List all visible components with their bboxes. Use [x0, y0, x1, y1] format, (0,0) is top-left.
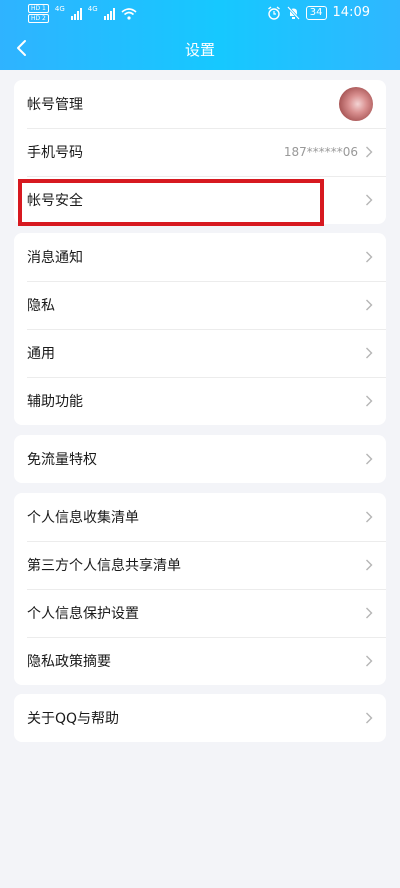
chevron-right-icon — [366, 559, 373, 571]
header: HD 1 HD 2 4G 4G 34 14:09 设置 — [0, 0, 400, 70]
row-label: 第三方个人信息共享清单 — [27, 558, 181, 574]
row-label: 个人信息保护设置 — [27, 606, 139, 622]
status-time: 14:09 — [332, 5, 370, 20]
message-notification-row[interactable]: 消息通知 — [14, 233, 386, 281]
chevron-right-icon — [366, 251, 373, 263]
row-label: 关于QQ与帮助 — [27, 711, 120, 727]
row-label: 辅助功能 — [27, 394, 83, 410]
chevron-right-icon — [366, 347, 373, 359]
chevron-right-icon — [366, 655, 373, 667]
account-security-row[interactable]: 帐号安全 — [14, 176, 386, 224]
page-title: 设置 — [184, 41, 215, 59]
chevron-right-icon — [366, 712, 373, 724]
account-group: 帐号管理 手机号码 187******06 帐号安全 — [14, 80, 386, 224]
alarm-icon — [267, 5, 280, 20]
privacy-row[interactable]: 隐私 — [14, 281, 386, 329]
privacy-policy-summary-row[interactable]: 隐私政策摘要 — [14, 637, 386, 685]
general-group: 消息通知 隐私 通用 辅助功能 — [14, 233, 386, 425]
about-qq-help-row[interactable]: 关于QQ与帮助 — [14, 694, 386, 742]
chevron-right-icon — [366, 453, 373, 465]
row-label: 个人信息收集清单 — [27, 510, 139, 526]
network-type-1: 4G — [54, 4, 65, 13]
row-label: 通用 — [27, 346, 55, 362]
about-group: 关于QQ与帮助 — [14, 694, 386, 742]
mute-icon — [286, 5, 300, 20]
personal-info-collection-row[interactable]: 个人信息收集清单 — [14, 493, 386, 541]
general-row[interactable]: 通用 — [14, 329, 386, 377]
phone-number-value: 187******06 — [283, 145, 358, 159]
row-label: 隐私 — [27, 298, 55, 314]
chevron-right-icon — [366, 146, 373, 158]
signal-icon — [70, 7, 82, 20]
third-party-sharing-row[interactable]: 第三方个人信息共享清单 — [14, 541, 386, 589]
wifi-icon — [121, 7, 137, 20]
row-label: 免流量特权 — [27, 452, 97, 468]
sim2-badge: HD 2 — [28, 14, 49, 23]
account-management-row[interactable]: 帐号管理 — [14, 80, 386, 128]
chevron-right-icon — [366, 194, 373, 206]
chevron-right-icon — [366, 299, 373, 311]
status-bar: HD 1 HD 2 4G 4G 34 14:09 — [0, 0, 400, 28]
signal-icon — [103, 7, 115, 20]
chevron-right-icon — [366, 511, 373, 523]
privacy-info-group: 个人信息收集清单 第三方个人信息共享清单 个人信息保护设置 隐私政策摘要 — [14, 493, 386, 685]
chevron-right-icon — [366, 607, 373, 619]
row-label: 帐号安全 — [27, 193, 83, 209]
data-group: 免流量特权 — [14, 435, 386, 483]
sim1-badge: HD 1 — [28, 4, 49, 13]
chevron-right-icon — [366, 395, 373, 407]
avatar — [339, 87, 373, 121]
accessibility-row[interactable]: 辅助功能 — [14, 377, 386, 425]
row-label: 帐号管理 — [27, 97, 83, 113]
row-label: 手机号码 — [27, 145, 83, 161]
network-type-2: 4G — [87, 4, 98, 13]
row-label: 消息通知 — [27, 250, 83, 266]
row-label: 隐私政策摘要 — [27, 654, 111, 670]
battery-indicator: 34 — [305, 5, 327, 20]
phone-number-row[interactable]: 手机号码 187******06 — [14, 128, 386, 176]
personal-info-protection-row[interactable]: 个人信息保护设置 — [14, 589, 386, 637]
free-data-privilege-row[interactable]: 免流量特权 — [14, 435, 386, 483]
